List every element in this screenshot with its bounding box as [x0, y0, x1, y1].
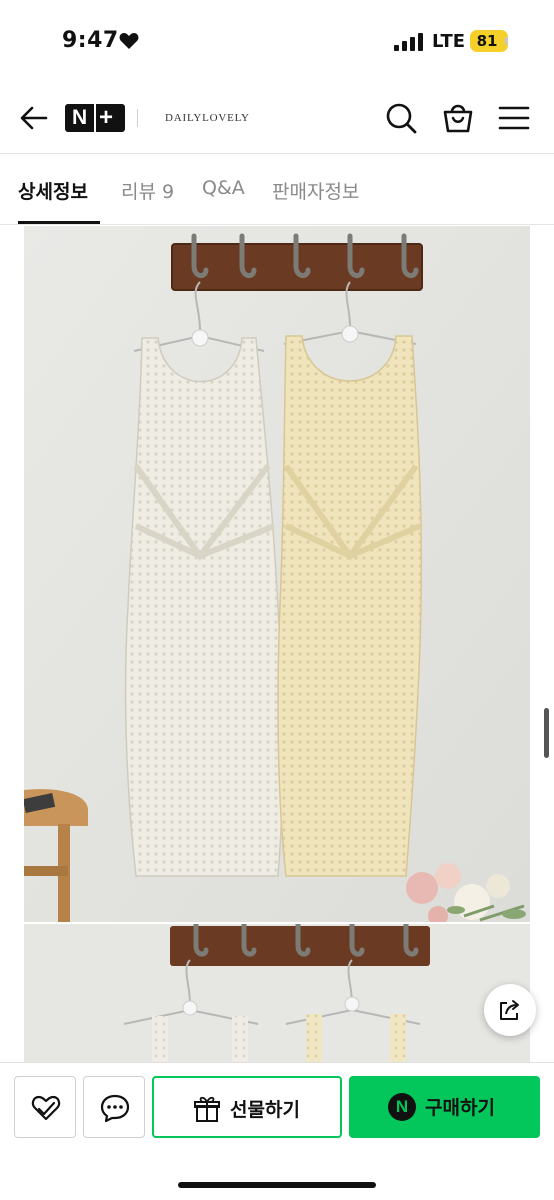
nplus-logo[interactable]: N +	[65, 104, 125, 132]
npay-icon: N	[388, 1093, 416, 1121]
back-arrow-icon[interactable]	[18, 102, 50, 134]
logo-n: N	[72, 106, 88, 129]
tab-details[interactable]: 상세정보	[18, 177, 88, 204]
shopping-bag-icon[interactable]	[441, 100, 475, 134]
tab-seller-info[interactable]: 판매자정보	[272, 177, 359, 204]
status-time: 9:47	[62, 28, 119, 53]
gift-button[interactable]: 선물하기	[152, 1076, 342, 1138]
tab-reviews[interactable]: 리뷰 9	[121, 177, 174, 204]
product-photo-1	[24, 226, 530, 922]
battery-icon: 81	[470, 30, 508, 52]
share-button[interactable]	[484, 984, 536, 1036]
gift-button-label: 선물하기	[230, 1099, 300, 1121]
buy-button-label: 구매하기	[425, 1097, 495, 1119]
product-tabs: 상세정보 리뷰 9 Q&A 판매자정보	[0, 155, 554, 225]
npay-letter: N	[395, 1097, 409, 1116]
store-name[interactable]: DAILYLOVELY	[165, 112, 250, 124]
active-tab-indicator	[18, 221, 100, 224]
heart-icon	[119, 33, 139, 49]
status-bar: 9:47 LTE 81	[0, 0, 554, 84]
product-photo-2	[24, 924, 530, 1062]
menu-icon[interactable]	[497, 102, 531, 134]
tab-qna[interactable]: Q&A	[202, 177, 245, 199]
battery-level: 81	[476, 32, 498, 50]
logo-divider	[94, 104, 96, 132]
cellular-signal-icon	[394, 31, 424, 51]
buy-button[interactable]: N 구매하기	[349, 1076, 540, 1138]
network-type: LTE	[432, 31, 466, 52]
talk-button[interactable]	[83, 1076, 145, 1138]
purchase-bar: 선물하기 N 구매하기	[0, 1062, 554, 1200]
like-button[interactable]	[14, 1076, 76, 1138]
search-icon[interactable]	[384, 101, 418, 135]
app-header: N + DAILYLOVELY	[0, 84, 554, 154]
scrollbar-thumb[interactable]	[544, 708, 549, 758]
share-icon	[500, 1000, 519, 1020]
logo-plus: +	[99, 104, 114, 131]
product-detail-content[interactable]	[0, 226, 554, 1062]
gift-icon	[194, 1096, 220, 1122]
home-indicator	[178, 1182, 376, 1188]
header-separator	[137, 109, 138, 127]
battery-tip	[505, 37, 508, 45]
heart-outline-icon	[31, 1095, 61, 1121]
chat-bubble-icon	[100, 1094, 130, 1123]
